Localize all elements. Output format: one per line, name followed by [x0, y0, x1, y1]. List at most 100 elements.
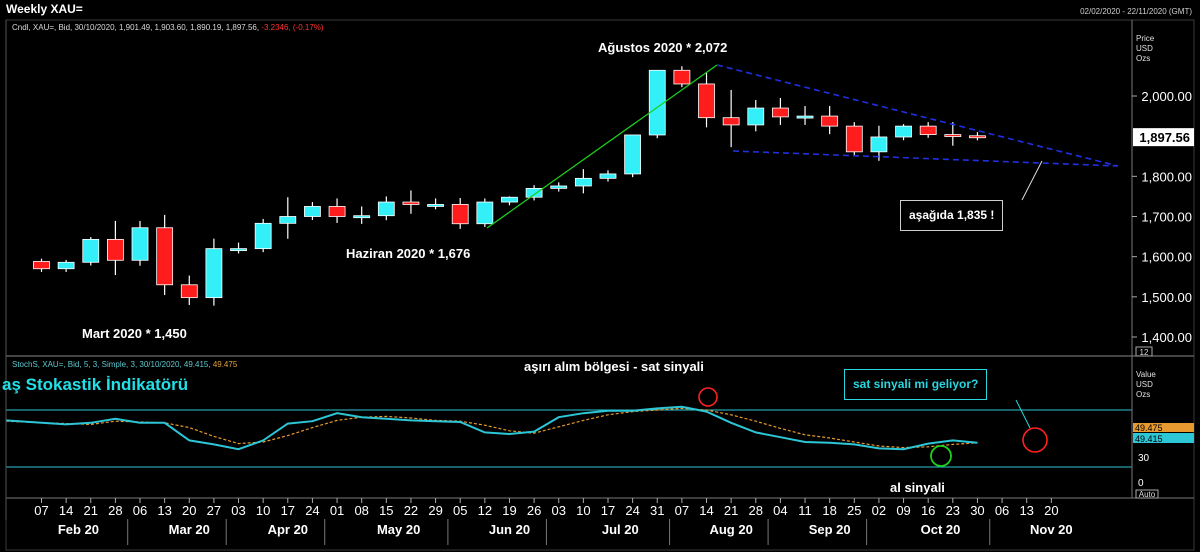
- candle-body-up: [550, 185, 568, 189]
- month-label: Aug 20: [709, 522, 752, 537]
- uptrend-line: [486, 64, 718, 229]
- candle: [919, 122, 937, 138]
- candle-body-up: [747, 107, 765, 126]
- x-tick-label: 24: [305, 503, 319, 518]
- candle-body-down: [106, 238, 124, 261]
- annotation-asagida-box: aşağıda 1,835 !: [900, 200, 1004, 231]
- candle-body-down: [180, 284, 198, 299]
- candle: [796, 106, 814, 125]
- x-tick-label: 03: [231, 503, 245, 518]
- x-tick-label: 21: [724, 503, 738, 518]
- month-label: Sep 20: [809, 522, 851, 537]
- candle: [550, 182, 568, 192]
- x-tick-label: 02: [872, 503, 886, 518]
- stoch-unit-label: Value USD Ozs: [1136, 370, 1156, 400]
- month-label: Oct 20: [921, 522, 961, 537]
- x-tick-label: 20: [182, 503, 196, 518]
- stoch-info-orange: 49.475: [212, 360, 238, 369]
- candle: [33, 258, 50, 272]
- candle-body-up: [82, 238, 100, 263]
- x-tick-label: 11: [798, 503, 812, 518]
- month-label: Nov 20: [1030, 522, 1073, 537]
- unit-usd: USD: [1136, 44, 1153, 53]
- x-tick-label: 10: [576, 503, 590, 518]
- x-tick-label: 26: [527, 503, 541, 518]
- candle: [328, 198, 346, 223]
- price-unit-label: Price USD Ozs: [1136, 34, 1154, 64]
- x-tick-label: 09: [896, 503, 910, 518]
- candle: [969, 132, 986, 141]
- month-label: Jun 20: [489, 522, 530, 537]
- stoch-d-line: [5, 407, 978, 449]
- buy-signal-circle: [930, 445, 952, 467]
- candle-body-up: [57, 261, 75, 270]
- candle: [377, 196, 395, 221]
- x-tick-label: 13: [157, 503, 171, 518]
- x-tick-label: 18: [822, 503, 836, 518]
- price-info-change: -3.2346, (-0.17%): [261, 23, 324, 32]
- x-tick-label: 28: [749, 503, 763, 518]
- zoom-badge: 12: [1140, 348, 1149, 357]
- x-tick-label: 01: [330, 503, 344, 518]
- x-tick-label: 07: [34, 503, 48, 518]
- candle: [476, 198, 494, 227]
- x-tick-label: 15: [379, 503, 393, 518]
- price-plot[interactable]: [33, 64, 1119, 306]
- candle: [772, 98, 789, 125]
- candle-body-down: [845, 125, 863, 153]
- candle-body-up: [131, 227, 149, 261]
- candle: [944, 122, 962, 146]
- annotation-al-sinyali: al sinyali: [890, 480, 945, 495]
- candle-body-up: [279, 216, 297, 224]
- sat-sinyali-pointer: [1015, 399, 1031, 429]
- possible-sell-circle: [1022, 427, 1048, 453]
- x-tick-label: 30: [970, 503, 984, 518]
- candle-body-up: [501, 196, 518, 203]
- candle: [673, 66, 691, 88]
- candle-body-down: [698, 83, 715, 119]
- x-tick-label: 10: [256, 503, 270, 518]
- candle: [722, 89, 740, 148]
- stoch-tick-label: 30: [1138, 453, 1150, 464]
- candle: [254, 218, 272, 253]
- candle-body-up: [599, 173, 617, 179]
- date-range: 02/02/2020 - 22/11/2020 (GMT): [1080, 7, 1192, 16]
- x-tick-label: 04: [773, 503, 787, 518]
- candle: [501, 196, 518, 206]
- candle-body-up: [377, 201, 395, 217]
- candle-body-down: [722, 117, 740, 126]
- price-tick-label: 2,000.00: [1141, 89, 1192, 104]
- candle: [427, 198, 444, 210]
- candle-body-down: [328, 206, 346, 217]
- annotation-asiri-alim: aşırı alım bölgesi - sat sinyali: [524, 359, 704, 374]
- stoch-info-line: StochS, XAU=, Bid, 5, 3, Simple, 3, 30/1…: [12, 360, 237, 369]
- candle-body-down: [402, 201, 420, 205]
- candle: [821, 106, 839, 135]
- x-tick-label: 14: [699, 503, 713, 518]
- x-tick-label: 24: [625, 503, 639, 518]
- window-title: Weekly XAU=: [6, 2, 83, 16]
- asagida-pointer: [1021, 160, 1043, 201]
- month-label: Mar 20: [169, 522, 210, 537]
- candle-body-up: [796, 115, 814, 119]
- stoch-cyan-value: 49.415: [1135, 434, 1163, 444]
- x-tick-label: 14: [59, 503, 73, 518]
- price-info-line: Cndl, XAU=, Bid, 30/10/2020, 1,901.49, 1…: [12, 23, 324, 32]
- x-tick-label: 28: [108, 503, 122, 518]
- last-price-label: 1,897.56: [1139, 130, 1190, 145]
- x-tick-label: 06: [133, 503, 147, 518]
- month-label: Jul 20: [602, 522, 639, 537]
- price-tick-label: 1,600.00: [1141, 250, 1192, 265]
- candle-body-up: [525, 187, 543, 198]
- candle: [870, 125, 888, 161]
- sell-signal-circle: [698, 387, 718, 407]
- x-tick-label: 25: [847, 503, 861, 518]
- candle-body-down: [156, 227, 174, 286]
- candle: [230, 242, 247, 254]
- price-tick-label: 1,400.00: [1141, 330, 1192, 345]
- stoch-orange-value: 49.475: [1135, 423, 1163, 433]
- candle-body-down: [673, 69, 691, 85]
- x-tick-label: 21: [84, 503, 98, 518]
- candle: [57, 259, 75, 272]
- candle-body-down: [772, 107, 789, 118]
